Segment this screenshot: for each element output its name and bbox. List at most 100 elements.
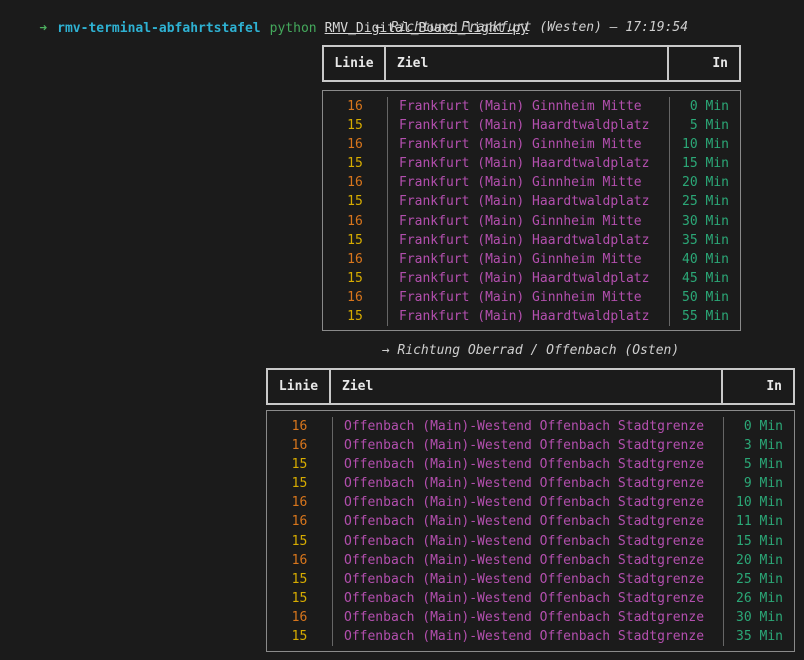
minutes-cell: 20 Min xyxy=(724,551,794,570)
minutes-cell: 11 Min xyxy=(724,512,794,531)
prompt-command: python xyxy=(270,21,317,36)
minutes-cell: 5 Min xyxy=(724,455,794,474)
destination-cell: Offenbach (Main)-Westend Offenbach Stadt… xyxy=(333,532,724,551)
line-number-cell: 15 xyxy=(267,627,333,646)
line-number-cell: 15 xyxy=(323,269,388,288)
board-west-title: ← Richtung Frankfurt (Westen) – 17:19:54 xyxy=(322,18,741,37)
line-number-cell: 16 xyxy=(267,608,333,627)
minutes-cell: 35 Min xyxy=(670,231,740,250)
destination-cell: Offenbach (Main)-Westend Offenbach Stadt… xyxy=(333,608,724,627)
line-number-cell: 15 xyxy=(267,570,333,589)
table-row: 16 Offenbach (Main)-Westend Offenbach St… xyxy=(267,417,794,436)
table-row: 15 Offenbach (Main)-Westend Offenbach St… xyxy=(267,589,794,608)
destination-cell: Frankfurt (Main) Ginnheim Mitte xyxy=(388,135,670,154)
destination-cell: Offenbach (Main)-Westend Offenbach Stadt… xyxy=(333,627,724,646)
destination-cell: Offenbach (Main)-Westend Offenbach Stadt… xyxy=(333,493,724,512)
minutes-cell: 9 Min xyxy=(724,474,794,493)
destination-cell: Frankfurt (Main) Haardtwaldplatz xyxy=(388,307,670,326)
prompt-directory: rmv-terminal-abfahrtstafel xyxy=(57,21,261,36)
line-number-cell: 16 xyxy=(323,135,388,154)
table-row: 16 Offenbach (Main)-Westend Offenbach St… xyxy=(267,512,794,531)
table-row: 15 Offenbach (Main)-Westend Offenbach St… xyxy=(267,627,794,646)
destination-cell: Frankfurt (Main) Ginnheim Mitte xyxy=(388,173,670,192)
destination-cell: Frankfurt (Main) Ginnheim Mitte xyxy=(388,212,670,231)
destination-cell: Frankfurt (Main) Haardtwaldplatz xyxy=(388,154,670,173)
line-number-cell: 16 xyxy=(323,288,388,307)
minutes-cell: 30 Min xyxy=(724,608,794,627)
board-west-body: 16 Frankfurt (Main) Ginnheim Mitte 0 Min… xyxy=(322,90,741,331)
minutes-cell: 25 Min xyxy=(724,570,794,589)
destination-cell: Offenbach (Main)-Westend Offenbach Stadt… xyxy=(333,474,724,493)
board-west-header-row: Linie Ziel In xyxy=(322,45,741,82)
table-row: 15 Offenbach (Main)-Westend Offenbach St… xyxy=(267,532,794,551)
table-row: 16 Frankfurt (Main) Ginnheim Mitte 50 Mi… xyxy=(323,288,740,307)
column-header-linie: Linie xyxy=(324,47,386,80)
table-row: 16 Offenbach (Main)-Westend Offenbach St… xyxy=(267,493,794,512)
line-number-cell: 15 xyxy=(323,231,388,250)
destination-cell: Offenbach (Main)-Westend Offenbach Stadt… xyxy=(333,570,724,589)
line-number-cell: 16 xyxy=(323,173,388,192)
prompt-arrow-icon: ➜ xyxy=(39,21,47,36)
line-number-cell: 15 xyxy=(267,474,333,493)
minutes-cell: 50 Min xyxy=(670,288,740,307)
minutes-cell: 10 Min xyxy=(670,135,740,154)
table-row: 15 Offenbach (Main)-Westend Offenbach St… xyxy=(267,570,794,589)
line-number-cell: 16 xyxy=(267,417,333,436)
destination-cell: Frankfurt (Main) Haardtwaldplatz xyxy=(388,192,670,211)
table-row: 16 Frankfurt (Main) Ginnheim Mitte 0 Min xyxy=(323,97,740,116)
line-number-cell: 16 xyxy=(267,512,333,531)
destination-cell: Frankfurt (Main) Haardtwaldplatz xyxy=(388,116,670,135)
minutes-cell: 40 Min xyxy=(670,250,740,269)
line-number-cell: 15 xyxy=(323,192,388,211)
board-east-header-row: Linie Ziel In xyxy=(266,368,795,405)
table-row: 16 Frankfurt (Main) Ginnheim Mitte 30 Mi… xyxy=(323,212,740,231)
line-number-cell: 15 xyxy=(267,532,333,551)
column-header-linie: Linie xyxy=(268,370,331,403)
destination-cell: Offenbach (Main)-Westend Offenbach Stadt… xyxy=(333,417,724,436)
board-east-title: → Richtung Oberrad / Offenbach (Osten) xyxy=(266,341,795,360)
table-row: 16 Frankfurt (Main) Ginnheim Mitte 10 Mi… xyxy=(323,135,740,154)
destination-cell: Offenbach (Main)-Westend Offenbach Stadt… xyxy=(333,512,724,531)
table-row: 16 Offenbach (Main)-Westend Offenbach St… xyxy=(267,551,794,570)
minutes-cell: 45 Min xyxy=(670,269,740,288)
destination-cell: Offenbach (Main)-Westend Offenbach Stadt… xyxy=(333,589,724,608)
line-number-cell: 16 xyxy=(267,493,333,512)
minutes-cell: 10 Min xyxy=(724,493,794,512)
minutes-cell: 20 Min xyxy=(670,173,740,192)
line-number-cell: 15 xyxy=(323,116,388,135)
minutes-cell: 26 Min xyxy=(724,589,794,608)
destination-cell: Offenbach (Main)-Westend Offenbach Stadt… xyxy=(333,551,724,570)
minutes-cell: 15 Min xyxy=(670,154,740,173)
destination-cell: Frankfurt (Main) Haardtwaldplatz xyxy=(388,231,670,250)
minutes-cell: 25 Min xyxy=(670,192,740,211)
table-row: 15 Frankfurt (Main) Haardtwaldplatz 15 M… xyxy=(323,154,740,173)
destination-cell: Frankfurt (Main) Ginnheim Mitte xyxy=(388,97,670,116)
line-number-cell: 16 xyxy=(323,250,388,269)
table-row: 15 Frankfurt (Main) Haardtwaldplatz 25 M… xyxy=(323,192,740,211)
column-header-in: In xyxy=(723,370,793,403)
destination-cell: Offenbach (Main)-Westend Offenbach Stadt… xyxy=(333,455,724,474)
table-row: 15 Frankfurt (Main) Haardtwaldplatz 55 M… xyxy=(323,307,740,326)
line-number-cell: 16 xyxy=(323,212,388,231)
table-row: 15 Offenbach (Main)-Westend Offenbach St… xyxy=(267,474,794,493)
table-row: 15 Offenbach (Main)-Westend Offenbach St… xyxy=(267,455,794,474)
minutes-cell: 5 Min xyxy=(670,116,740,135)
table-row: 15 Frankfurt (Main) Haardtwaldplatz 45 M… xyxy=(323,269,740,288)
board-east-body: 16 Offenbach (Main)-Westend Offenbach St… xyxy=(266,410,795,652)
line-number-cell: 16 xyxy=(267,436,333,455)
line-number-cell: 15 xyxy=(267,455,333,474)
destination-cell: Frankfurt (Main) Ginnheim Mitte xyxy=(388,250,670,269)
column-header-ziel: Ziel xyxy=(386,47,669,80)
destination-cell: Offenbach (Main)-Westend Offenbach Stadt… xyxy=(333,436,724,455)
table-row: 16 Frankfurt (Main) Ginnheim Mitte 40 Mi… xyxy=(323,250,740,269)
table-row: 16 Offenbach (Main)-Westend Offenbach St… xyxy=(267,608,794,627)
column-header-ziel: Ziel xyxy=(331,370,723,403)
destination-cell: Frankfurt (Main) Ginnheim Mitte xyxy=(388,288,670,307)
minutes-cell: 30 Min xyxy=(670,212,740,231)
minutes-cell: 15 Min xyxy=(724,532,794,551)
minutes-cell: 0 Min xyxy=(724,417,794,436)
minutes-cell: 0 Min xyxy=(670,97,740,116)
minutes-cell: 55 Min xyxy=(670,307,740,326)
table-row: 16 Offenbach (Main)-Westend Offenbach St… xyxy=(267,436,794,455)
column-header-in: In xyxy=(669,47,739,80)
